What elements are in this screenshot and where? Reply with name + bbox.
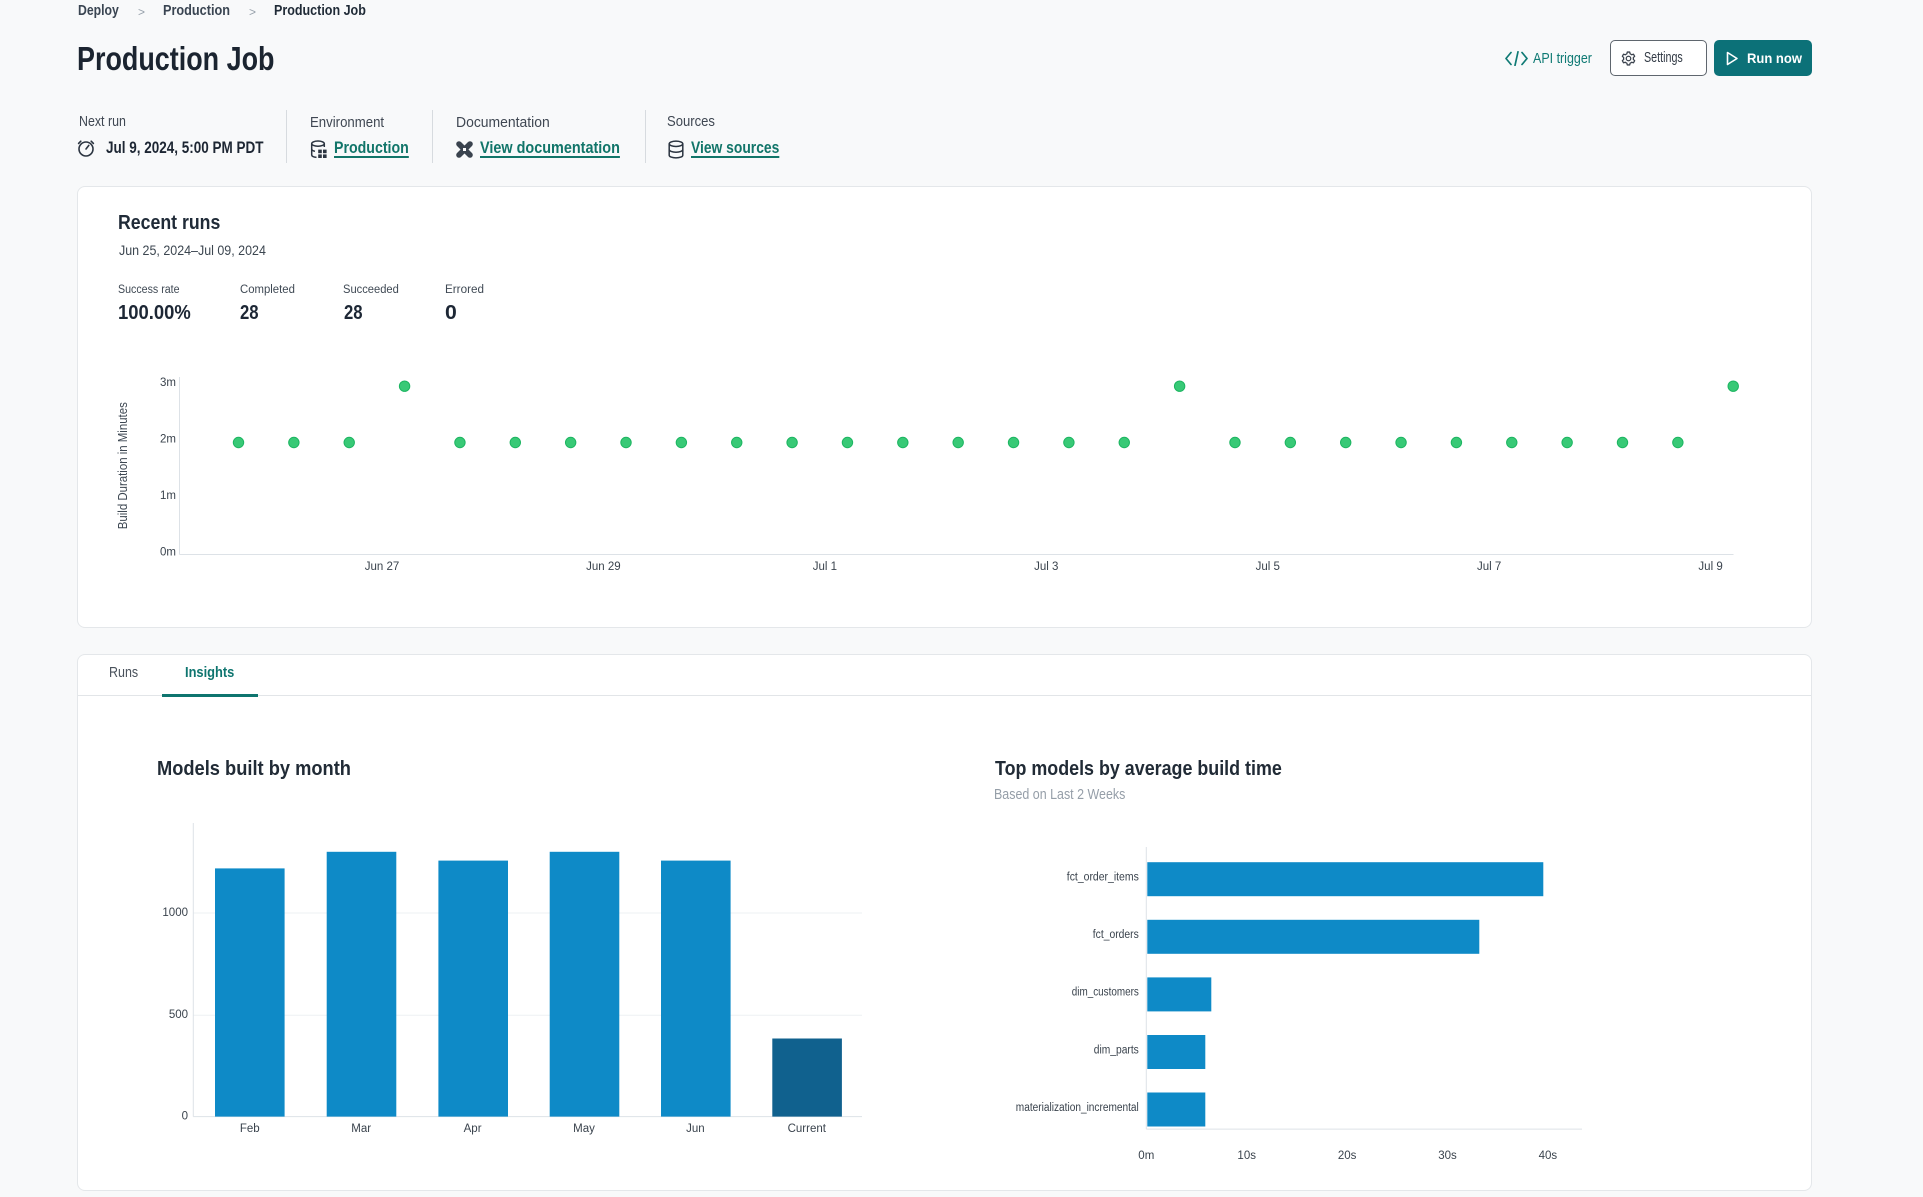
- svg-text:Jun 29: Jun 29: [586, 561, 621, 573]
- svg-text:2m: 2m: [160, 433, 176, 445]
- svg-text:Jul 1: Jul 1: [813, 561, 837, 573]
- svg-text:3m: 3m: [160, 377, 176, 389]
- svg-text:500: 500: [169, 1009, 188, 1021]
- svg-text:Apr: Apr: [464, 1123, 482, 1135]
- svg-text:Jul 3: Jul 3: [1034, 561, 1058, 573]
- svg-text:0m: 0m: [160, 547, 176, 559]
- svg-text:Current: Current: [788, 1123, 827, 1135]
- svg-text:40s: 40s: [1539, 1150, 1558, 1162]
- svg-text:dim_customers: dim_customers: [1072, 987, 1139, 999]
- svg-text:fct_orders: fct_orders: [1093, 929, 1139, 941]
- svg-text:Jun: Jun: [686, 1123, 705, 1135]
- svg-text:0: 0: [182, 1111, 188, 1123]
- svg-text:Jul 9: Jul 9: [1698, 561, 1722, 573]
- svg-text:Build Duration in Minutes: Build Duration in Minutes: [115, 402, 130, 529]
- svg-text:fct_order_items: fct_order_items: [1067, 872, 1139, 884]
- svg-text:30s: 30s: [1438, 1150, 1457, 1162]
- svg-text:Feb: Feb: [240, 1123, 260, 1135]
- svg-text:May: May: [573, 1123, 595, 1135]
- svg-text:10s: 10s: [1237, 1150, 1256, 1162]
- svg-text:dim_parts: dim_parts: [1094, 1044, 1139, 1056]
- svg-text:Mar: Mar: [351, 1123, 371, 1135]
- svg-text:1m: 1m: [160, 490, 176, 502]
- svg-text:1000: 1000: [162, 907, 188, 919]
- svg-text:Jun 27: Jun 27: [365, 561, 400, 573]
- svg-text:materialization_incremental: materialization_incremental: [1016, 1102, 1139, 1114]
- svg-text:Jul 5: Jul 5: [1256, 561, 1280, 573]
- svg-text:20s: 20s: [1338, 1150, 1357, 1162]
- svg-text:0m: 0m: [1138, 1150, 1154, 1162]
- svg-text:Jul 7: Jul 7: [1477, 561, 1501, 573]
